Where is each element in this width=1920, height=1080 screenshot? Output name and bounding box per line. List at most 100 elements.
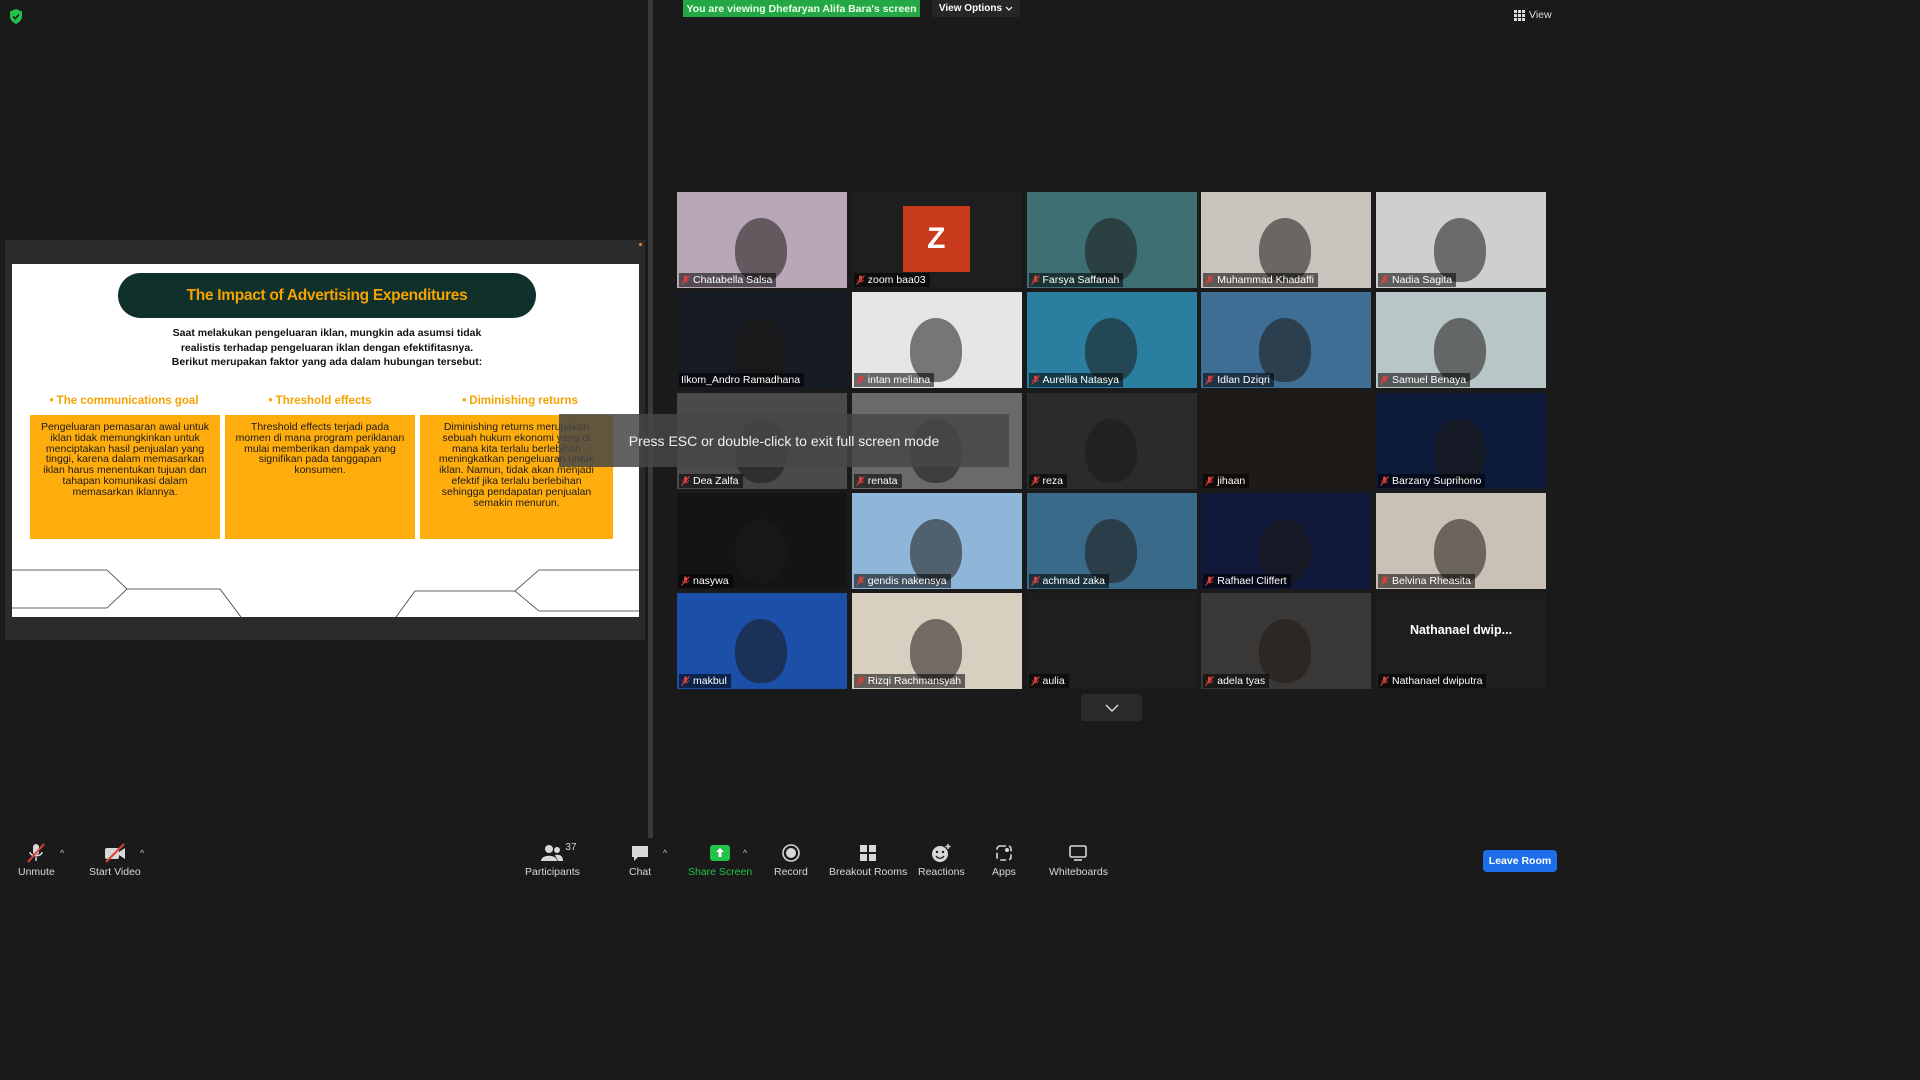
- participant-name: Samuel Benaya: [1392, 374, 1467, 387]
- participant-name-label: nasywa: [679, 573, 733, 588]
- view-layout-button[interactable]: View: [1514, 6, 1552, 24]
- participant-name-label: reza: [1028, 473, 1067, 488]
- muted-mic-icon: [1380, 676, 1389, 686]
- chat-label: Chat: [629, 866, 652, 878]
- participants-label: Participants: [525, 866, 580, 878]
- slide-intro-text: Saat melakukan pengeluaran iklan, mungki…: [171, 327, 483, 368]
- participant-name: zoom baa03: [867, 274, 926, 286]
- muted-mic-icon: [855, 375, 865, 386]
- muted-mic-icon: [1380, 275, 1389, 285]
- participant-tile[interactable]: Nadia Sagita: [1376, 192, 1546, 288]
- participant-tile[interactable]: aulia: [1026, 593, 1197, 689]
- participant-tile[interactable]: Rafhael Cliffert: [1201, 492, 1372, 589]
- participant-name: Rizqi Rachmansyah: [867, 675, 962, 687]
- muted-mic-icon: [1205, 475, 1215, 486]
- view-options-button[interactable]: View Options: [932, 0, 1020, 17]
- participant-name-label: Idlan Dziqri: [1203, 373, 1274, 388]
- start-video-button[interactable]: Start Video: [89, 842, 141, 878]
- participant-tile[interactable]: achmad zaka: [1026, 492, 1197, 589]
- start-video-label: Start Video: [89, 866, 141, 878]
- chat-button[interactable]: Chat: [629, 842, 651, 878]
- participant-tile[interactable]: adela tyas: [1201, 593, 1372, 689]
- chat-options-caret[interactable]: ^: [663, 848, 667, 858]
- view-options-label: View Options: [938, 3, 1003, 14]
- participant-name: Rafhael Cliffert: [1217, 574, 1287, 587]
- participant-name: nasywa: [693, 574, 729, 587]
- participants-button[interactable]: 37 Participants: [525, 842, 580, 878]
- participant-tile[interactable]: Ilkom_Andro Ramadhana: [677, 292, 847, 389]
- participant-name: renata: [867, 474, 898, 487]
- participant-name: Aurellia Natasya: [1042, 374, 1119, 387]
- muted-mic-icon: [1030, 575, 1040, 586]
- muted-mic-icon: [1030, 275, 1040, 285]
- participant-name: Barzany Suprihono: [1392, 474, 1482, 487]
- share-screen-label: Share Screen: [688, 866, 753, 878]
- muted-mic-icon: [1205, 676, 1215, 686]
- participant-tile[interactable]: reza: [1026, 392, 1197, 489]
- participant-tile[interactable]: Idlan Dziqri: [1201, 292, 1372, 389]
- muted-mic-icon: [681, 575, 690, 586]
- slide-title: The Impact of Advertising Expenditures: [186, 286, 468, 304]
- muted-mic-icon: [681, 275, 690, 285]
- fullscreen-exit-hint: Press ESC or double-click to exit full s…: [559, 414, 1009, 467]
- muted-mic-icon: [855, 275, 865, 285]
- participant-tile[interactable]: jihaan: [1201, 392, 1372, 489]
- apps-button[interactable]: Apps: [992, 842, 1016, 878]
- audio-options-caret[interactable]: ^: [60, 848, 64, 858]
- participant-tile[interactable]: Farsya Saffanah: [1026, 192, 1197, 288]
- participant-tile[interactable]: Chatabella Salsa: [677, 192, 847, 288]
- participant-tile[interactable]: Barzany Suprihono: [1376, 392, 1546, 489]
- participant-name-label: adela tyas: [1203, 674, 1270, 688]
- participants-icon: [541, 845, 564, 861]
- meeting-toolbar: Unmute ^ Start Video ^ 37 Participants C…: [0, 838, 1568, 882]
- whiteboards-button[interactable]: Whiteboards: [1049, 842, 1108, 878]
- gallery-next-page-button[interactable]: [1081, 694, 1142, 721]
- participant-tile[interactable]: makbul: [677, 593, 847, 689]
- participant-silhouette: [735, 518, 787, 583]
- participant-tile[interactable]: intan meliana: [851, 292, 1022, 389]
- participant-tile[interactable]: gendis nakensya: [851, 492, 1022, 589]
- participant-name-label: Samuel Benaya: [1378, 373, 1471, 388]
- video-options-caret[interactable]: ^: [140, 848, 144, 858]
- participants-count: 37: [565, 842, 577, 853]
- reactions-button[interactable]: Reactions: [918, 842, 965, 878]
- participant-tile[interactable]: Aurellia Natasya: [1026, 292, 1197, 389]
- muted-mic-icon: [1380, 375, 1389, 386]
- share-options-caret[interactable]: ^: [743, 848, 747, 858]
- participant-name-label: Rafhael Cliffert: [1203, 573, 1291, 588]
- viewing-screen-banner: You are viewing Dhefaryan Alifa Bara's s…: [683, 0, 920, 17]
- participant-name: Nathanael dwiputra: [1392, 675, 1483, 687]
- slide-title-pill: The Impact of Advertising Expenditures: [118, 273, 536, 318]
- chevron-down-icon: [1105, 704, 1118, 712]
- participant-name: adela tyas: [1217, 675, 1266, 687]
- column-heading-2: • Threshold effects: [268, 395, 372, 407]
- column-body-1: Pengeluaran pemasaran awal untuk iklan t…: [30, 415, 220, 539]
- participant-tile[interactable]: Muhammad Khadaffi: [1201, 192, 1372, 288]
- chevron-down-icon: [1005, 6, 1013, 11]
- unmute-label: Unmute: [18, 866, 55, 878]
- column-body-2: Threshold effects terjadi pada momen di …: [225, 415, 415, 539]
- participant-avatar: Z: [902, 206, 970, 272]
- participant-tile[interactable]: Nathanael dwip... Nathanael dwiputra: [1376, 593, 1546, 689]
- breakout-rooms-button[interactable]: Breakout Rooms: [829, 842, 907, 878]
- share-indicator-dot: [639, 243, 642, 246]
- encryption-shield-icon[interactable]: [9, 9, 23, 24]
- participant-tile[interactable]: Belvina Rheasita: [1376, 492, 1546, 589]
- leave-room-button[interactable]: Leave Room: [1483, 850, 1557, 872]
- participant-name-label: gendis nakensya: [853, 573, 951, 588]
- participant-name-label: Ilkom_Andro Ramadhana: [679, 373, 805, 388]
- participant-name: aulia: [1042, 675, 1065, 687]
- unmute-button[interactable]: Unmute: [18, 842, 55, 878]
- participant-tile[interactable]: Zzoom baa03: [851, 192, 1022, 288]
- record-button[interactable]: Record: [774, 842, 808, 878]
- participant-tile[interactable]: Rizqi Rachmansyah: [851, 593, 1022, 689]
- participant-name-label: intan meliana: [853, 373, 935, 388]
- muted-mic-icon: [1380, 575, 1389, 586]
- participant-name-display: Nathanael dwip...: [1409, 623, 1513, 637]
- participant-tile[interactable]: Samuel Benaya: [1376, 292, 1546, 389]
- microphone-muted-icon: [27, 843, 46, 863]
- participant-name-label: makbul: [679, 674, 731, 688]
- participant-tile[interactable]: nasywa: [677, 492, 847, 589]
- chat-bubble-icon: [632, 846, 649, 861]
- apps-label: Apps: [992, 866, 1016, 878]
